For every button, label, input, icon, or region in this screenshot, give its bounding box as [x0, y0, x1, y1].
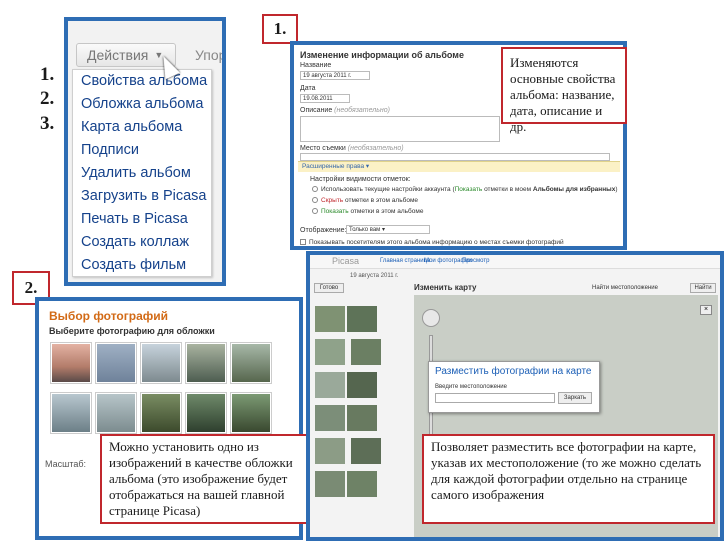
- display-select[interactable]: Только вам ▾: [346, 225, 430, 234]
- menu-item-create-collage[interactable]: Создать коллаж: [73, 231, 211, 254]
- name-label: Название: [300, 62, 332, 69]
- photo-thumbnail[interactable]: [347, 405, 377, 431]
- actions-menu-list: Свойства альбома Обложка альбома Карта а…: [72, 69, 212, 277]
- cover-thumbnail[interactable]: [185, 392, 227, 434]
- done-button[interactable]: Готово: [314, 283, 344, 293]
- cover-title: Выбор фотографий: [49, 309, 168, 323]
- step-number-1: 1.: [40, 64, 55, 85]
- menu-item-album-properties[interactable]: Свойства альбома: [73, 70, 211, 93]
- picasa-logo: Picasa: [332, 256, 360, 266]
- dialog-search-button[interactable]: Заркать: [558, 392, 592, 404]
- picasa-top-bar: Picasa Главная страница Мои фотографии П…: [310, 255, 720, 269]
- menu-item-upload-picasa[interactable]: Загрузить в Picasa: [73, 185, 211, 208]
- photo-thumbnail[interactable]: [315, 306, 345, 332]
- place-label: Место съемки (необязательно): [300, 145, 404, 152]
- nav-explore[interactable]: Просмотр: [462, 258, 489, 264]
- step-number-2: 2.: [40, 88, 55, 109]
- display-label: Отображение:: [300, 227, 347, 234]
- album-date: 19 августа 2011 г.: [350, 273, 399, 279]
- location-input-label: Введите местоположение: [435, 384, 507, 390]
- cover-thumbnail[interactable]: [140, 342, 182, 384]
- description-label: Описание (необязательно): [300, 107, 391, 114]
- actions-menu-panel: Действия ▼ Упор Свойства альбома Обложка …: [64, 17, 226, 286]
- photo-list: [314, 305, 406, 503]
- date-input[interactable]: 19.08.2011: [300, 94, 350, 103]
- menu-item-delete-album[interactable]: Удалить альбом: [73, 162, 211, 185]
- visibility-label: Настройки видимости отметок:: [310, 176, 411, 183]
- cover-thumbnail[interactable]: [95, 342, 137, 384]
- photo-thumbnail[interactable]: [351, 438, 382, 464]
- cover-thumbnail[interactable]: [95, 392, 137, 434]
- photo-thumbnail[interactable]: [351, 339, 382, 365]
- truncated-menu-label: Упор: [195, 47, 226, 63]
- search-location-label: Найти местоположение: [592, 285, 658, 291]
- photo-thumbnail[interactable]: [315, 372, 345, 398]
- close-icon[interactable]: ×: [700, 305, 712, 315]
- menu-item-create-movie[interactable]: Создать фильм: [73, 254, 211, 277]
- dialog-title: Разместить фотографии на карте: [435, 366, 592, 377]
- callout-album-cover: Можно установить одно из изображений в к…: [100, 434, 335, 524]
- step-number-3: 3.: [40, 113, 55, 134]
- advanced-rights-bar[interactable]: Расширенные права ▾: [298, 161, 620, 172]
- photo-thumbnail[interactable]: [315, 471, 345, 497]
- photo-thumbnail[interactable]: [347, 306, 377, 332]
- menu-item-captions[interactable]: Подписи: [73, 139, 211, 162]
- form-title: Изменение информации об альбоме: [300, 50, 464, 60]
- menu-item-album-map[interactable]: Карта альбома: [73, 116, 211, 139]
- cover-thumbnail[interactable]: [185, 342, 227, 384]
- radio-show-tags[interactable]: Показать отметки в этом альбоме: [312, 208, 423, 215]
- photo-thumbnail[interactable]: [315, 438, 345, 464]
- edit-map-title: Изменить карту: [414, 283, 477, 292]
- radio-account-settings[interactable]: Использовать текущие настройки аккаунта …: [312, 186, 617, 193]
- cover-thumbnail[interactable]: [230, 392, 272, 434]
- cover-thumbnail[interactable]: [50, 342, 92, 384]
- date-label: Дата: [300, 85, 316, 92]
- place-photos-dialog: Разместить фотографии на карте Введите м…: [428, 361, 600, 413]
- photo-thumbnail[interactable]: [347, 471, 377, 497]
- map-pan-control[interactable]: [422, 309, 440, 327]
- menu-item-album-cover[interactable]: Обложка альбома: [73, 93, 211, 116]
- name-input[interactable]: 19 августа 2011 г.: [300, 71, 370, 80]
- radio-hide-tags[interactable]: Скрыть отметки в этом альбоме: [312, 197, 418, 204]
- nav-home[interactable]: Главная страница: [380, 258, 430, 264]
- cover-thumbnail[interactable]: [230, 342, 272, 384]
- photo-thumbnail[interactable]: [347, 372, 377, 398]
- menu-item-print-picasa[interactable]: Печать в Picasa: [73, 208, 211, 231]
- cover-subtitle: Выберите фотографию для обложки: [49, 326, 215, 336]
- cover-thumbnail[interactable]: [140, 392, 182, 434]
- callout-album-properties: Изменяются основные свойства альбома: на…: [501, 47, 627, 134]
- callout-album-map: Позволяет разместить все фотографии на к…: [422, 434, 715, 524]
- scale-label: Масштаб:: [45, 459, 87, 469]
- photo-thumbnail[interactable]: [315, 405, 345, 431]
- description-textarea[interactable]: [300, 116, 500, 142]
- photo-thumbnail[interactable]: [315, 339, 345, 365]
- location-input[interactable]: [435, 393, 555, 403]
- badge-1: 1.: [262, 14, 298, 44]
- place-input[interactable]: [300, 153, 610, 161]
- cover-thumbnail[interactable]: [50, 392, 92, 434]
- show-locations-checkbox[interactable]: Показывать посетителям этого альбома инф…: [300, 239, 564, 246]
- actions-dropdown-label: Действия: [87, 47, 149, 63]
- search-button[interactable]: Найти: [690, 283, 716, 293]
